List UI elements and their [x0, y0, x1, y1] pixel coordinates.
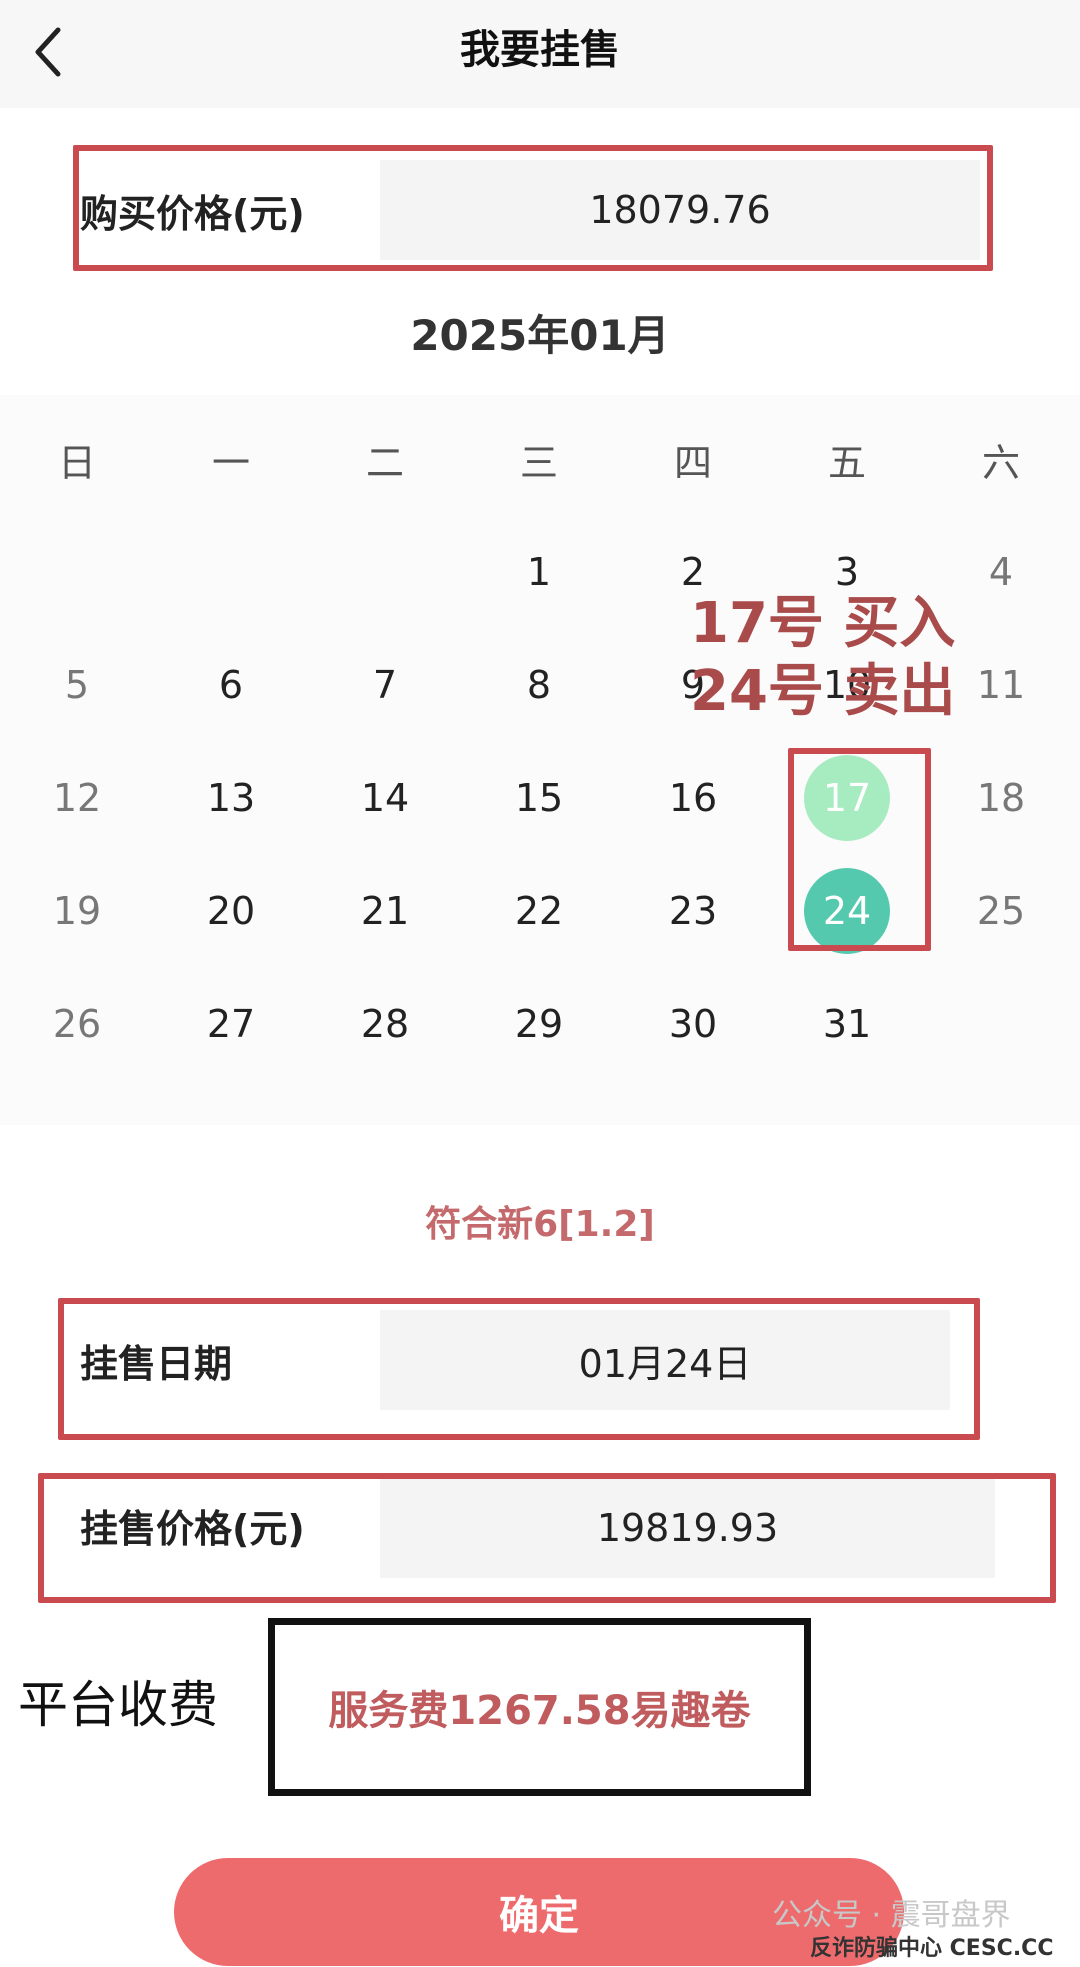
weekday-label: 五	[827, 441, 866, 485]
calendar-day[interactable]: 15	[484, 753, 594, 843]
weekday-label: 二	[365, 441, 404, 485]
calendar-day[interactable]: 28	[330, 979, 440, 1069]
calendar-day[interactable]: 20	[176, 866, 286, 956]
calendar-day[interactable]: 21	[330, 866, 440, 956]
calendar-day[interactable]: 13	[176, 753, 286, 843]
watermark-source: 反诈防骗中心 CESC.CC	[810, 1936, 1054, 1961]
annotation-buy: 17号 买入	[690, 591, 956, 656]
service-fee-text: 服务费1267.58易趣卷	[328, 1688, 751, 1734]
highlight-box-listing-date	[58, 1298, 980, 1440]
calendar-day[interactable]: 1	[484, 527, 594, 617]
weekday-label: 四	[673, 441, 712, 485]
watermark-account: 公众号 · 震哥盘界	[772, 1898, 1011, 1933]
buy-sell-annotation: 17号 买入 24号 卖出	[690, 590, 1020, 726]
weekday-label: 三	[519, 441, 558, 485]
calendar-day[interactable]: 8	[484, 640, 594, 730]
platform-fee-label: 平台收费	[18, 1676, 218, 1734]
calendar-day[interactable]: 27	[176, 979, 286, 1069]
weekday-label: 日	[57, 441, 96, 485]
calendar-day[interactable]: 31	[792, 979, 902, 1069]
calendar-day[interactable]: 16	[638, 753, 748, 843]
calendar-day[interactable]: 25	[946, 866, 1056, 956]
calendar-day[interactable]: 30	[638, 979, 748, 1069]
calendar-day[interactable]: 12	[22, 753, 132, 843]
calendar-month: 2025年01月	[410, 311, 670, 360]
calendar-day[interactable]: 7	[330, 640, 440, 730]
calendar-day[interactable]: 29	[484, 979, 594, 1069]
highlight-box-dates	[788, 748, 931, 951]
highlight-box-listing-price	[38, 1473, 1056, 1603]
calendar-day[interactable]: 18	[946, 753, 1056, 843]
weekday-label: 一	[211, 441, 250, 485]
annotation-sell: 24号 卖出	[690, 659, 956, 724]
calendar-day[interactable]: 23	[638, 866, 748, 956]
calendar-day[interactable]: 19	[22, 866, 132, 956]
calendar-day[interactable]: 22	[484, 866, 594, 956]
calendar-day[interactable]: 26	[22, 979, 132, 1069]
calendar-day[interactable]: 6	[176, 640, 286, 730]
page-title: 我要挂售	[460, 27, 620, 73]
calendar-day[interactable]: 5	[22, 640, 132, 730]
highlight-box-purchase	[73, 145, 993, 271]
calendar-day[interactable]: 14	[330, 753, 440, 843]
weekday-label: 六	[981, 441, 1020, 485]
rule-text: 符合新6[1.2]	[425, 1204, 655, 1245]
service-fee-box: 服务费1267.58易趣卷	[268, 1618, 811, 1796]
